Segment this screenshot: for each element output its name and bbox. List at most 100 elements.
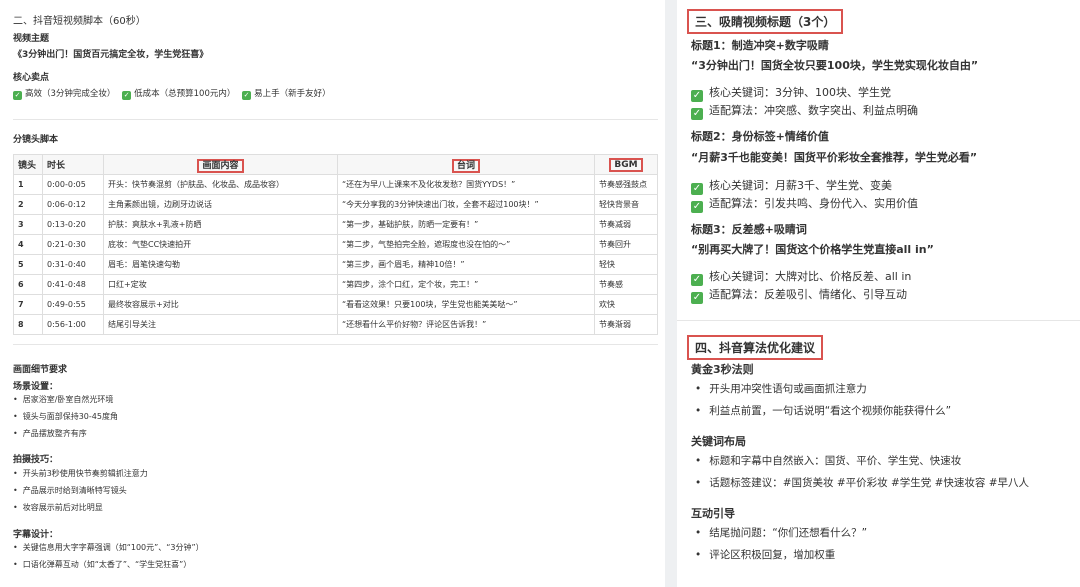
keywords-text: 核心关键词：大牌对比、价格反差、all in — [709, 270, 912, 283]
headline-algo: ✓ 适配算法：引发共鸣、身份代入、实用价值 — [691, 195, 918, 213]
cell-shot: 7 — [13, 294, 43, 315]
checkbox-icon: ✓ — [691, 183, 703, 195]
cell-scene: 眉毛：眉笔快速勾勒 — [103, 254, 338, 275]
detail-title: 画面细节要求 — [13, 365, 68, 375]
scene-label: 场景设置： — [13, 382, 59, 392]
divider — [13, 344, 658, 345]
table-header-row: 镜头 时长 画面内容 台词 BGM — [13, 154, 658, 175]
golden-label: 黄金3秒法则 — [691, 363, 754, 376]
highlight-box: 画面内容 — [197, 159, 244, 173]
cell-scene: 主角素颜出镜，边刷牙边说话 — [103, 194, 338, 215]
keyword-label: 关键词布局 — [691, 435, 746, 448]
table-row: 6 0:41-0:48 口红+定妆 “第四步，涂个口红，定个妆，完工！” 节奏感 — [13, 274, 658, 295]
col-header-duration: 时长 — [42, 154, 104, 175]
list-item: 产品展示时给到清晰特写镜头 — [13, 485, 127, 496]
cell-duration: 0:06-0:12 — [42, 194, 104, 215]
section-title-headlines: 三、吸睛视频标题（3个） — [687, 9, 844, 34]
list-item: 话题标签建议：#国货美妆 #平价彩妆 #学生党 #快速妆容 #早八人 — [695, 475, 1029, 490]
cell-shot: 2 — [13, 194, 43, 215]
col-header-lines: 台词 — [337, 154, 595, 175]
col-header-scene: 画面内容 — [103, 154, 338, 175]
headline-algo: ✓ 适配算法：冲突感、数字突出、利益点明确 — [691, 102, 918, 120]
titles-panel: 三、吸睛视频标题（3个） 标题1：制造冲突+数字吸睛 “3分钟出门！国货全妆只要… — [677, 0, 1080, 587]
storyboard-label: 分镜头脚本 — [13, 135, 59, 145]
col-header-bgm: BGM — [594, 154, 658, 175]
table-row: 5 0:31-0:40 眉毛：眉笔快速勾勒 “第三步，画个眉毛，精神10倍！” 轻快 — [13, 254, 658, 275]
cell-lines: “第一步，基础护肤，防晒一定要有！” — [337, 214, 595, 235]
algo-text: 适配算法：冲突感、数字突出、利益点明确 — [709, 104, 918, 117]
cell-duration: 0:49-0:55 — [42, 294, 104, 315]
cell-scene: 口红+定妆 — [103, 274, 338, 295]
checkbox-icon: ✓ — [122, 91, 132, 100]
list-item: 妆容展示前后对比明显 — [13, 502, 103, 513]
theme-value: 《3分钟出门！国货百元搞定全妆，学生党狂喜》 — [13, 50, 209, 60]
cell-lines: “看看这效果！只要100块，学生党也能美美哒～” — [337, 294, 595, 315]
selling-point: 低成本（总预算100元内） — [134, 89, 236, 99]
highlight-box: 台词 — [451, 159, 480, 173]
col-header-shot: 镜头 — [13, 154, 43, 175]
list-item: 居家浴室/卧室自然光环境 — [13, 394, 114, 405]
cell-shot: 5 — [13, 254, 43, 275]
checkbox-icon: ✓ — [691, 292, 703, 304]
headline-keywords: ✓ 核心关键词：月薪3千、学生党、变美 — [691, 177, 892, 195]
algo-text: 适配算法：反差吸引、情绪化、引导互动 — [709, 288, 907, 301]
keywords-text: 核心关键词：3分钟、100块、学生党 — [709, 86, 891, 99]
keywords-text: 核心关键词：月薪3千、学生党、变美 — [709, 179, 892, 192]
section-title-script: 二、抖音短视频脚本（60秒） — [13, 16, 146, 27]
list-item: 标题和字幕中自然嵌入：国货、平价、学生党、快速妆 — [695, 453, 961, 468]
interact-label: 互动引导 — [691, 507, 735, 520]
cell-bgm: 轻快背景音 — [594, 194, 658, 215]
headline-label: 标题3：反差感+吸睛词 — [691, 223, 807, 236]
list-item: 关键信息用大字字幕强调（如“100元”、“3分钟”） — [13, 542, 204, 553]
cell-scene: 护肤：爽肤水+乳液+防晒 — [103, 214, 338, 235]
cell-lines: “还想看什么平价好物？评论区告诉我！” — [337, 314, 595, 335]
table-row: 7 0:49-0:55 最终妆容展示+对比 “看看这效果！只要100块，学生党也能美美… — [13, 294, 658, 315]
cell-duration: 0:41-0:48 — [42, 274, 104, 295]
headline-keywords: ✓ 核心关键词：大牌对比、价格反差、all in — [691, 268, 911, 286]
checkbox-icon: ✓ — [691, 274, 703, 286]
checkbox-icon: ✓ — [691, 90, 703, 102]
list-item: 产品摆放整齐有序 — [13, 428, 87, 439]
cell-scene: 开头：快节奏混剪（护肤品、化妆品、成品妆容） — [103, 174, 338, 195]
selling-label: 核心卖点 — [13, 73, 50, 83]
cell-lines: “第三步，画个眉毛，精神10倍！” — [337, 254, 595, 275]
cell-bgm: 节奏渐弱 — [594, 314, 658, 335]
headline-quote: “别再买大牌了！国货这个价格学生党直接all in” — [691, 243, 934, 256]
headline-quote: “月薪3千也能变美！国货平价彩妆全套推荐，学生党必看” — [691, 151, 978, 164]
cell-duration: 0:31-0:40 — [42, 254, 104, 275]
checkbox-icon: ✓ — [242, 91, 252, 100]
table-row: 2 0:06-0:12 主角素颜出镜，边刷牙边说话 “今天分享我的3分钟快速出门妆，全… — [13, 194, 658, 215]
list-item: 开头前3秒使用快节奏剪辑抓注意力 — [13, 468, 148, 479]
cell-shot: 3 — [13, 214, 43, 235]
cell-lines: “今天分享我的3分钟快速出门妆，全套不超过100块！” — [337, 194, 595, 215]
list-item: 开头用冲突性语句或画面抓注意力 — [695, 381, 867, 396]
cell-lines: “第二步，气垫拍完全脸，遮瑕度也没在怕的～” — [337, 234, 595, 255]
headline-keywords: ✓ 核心关键词：3分钟、100块、学生党 — [691, 84, 891, 102]
cell-duration: 0:00-0:05 — [42, 174, 104, 195]
cell-duration: 0:56-1:00 — [42, 314, 104, 335]
cell-bgm: 欢快 — [594, 294, 658, 315]
cell-bgm: 节奏感强鼓点 — [594, 174, 658, 195]
list-item: 镜头与面部保持30-45度角 — [13, 411, 118, 422]
algo-text: 适配算法：引发共鸣、身份代入、实用价值 — [709, 197, 918, 210]
cell-lines: “还在为早八上课来不及化妆发愁？国货YYDS！” — [337, 174, 595, 195]
checkbox-icon: ✓ — [691, 108, 703, 120]
cell-shot: 1 — [13, 174, 43, 195]
selling-point: 高效（3分钟完成全妆） — [25, 89, 116, 99]
cell-bgm: 轻快 — [594, 254, 658, 275]
table-row: 3 0:13-0:20 护肤：爽肤水+乳液+防晒 “第一步，基础护肤，防晒一定要有！”… — [13, 214, 658, 235]
checkbox-icon: ✓ — [691, 201, 703, 213]
cell-duration: 0:21-0:30 — [42, 234, 104, 255]
cell-bgm: 节奏感 — [594, 274, 658, 295]
cell-shot: 8 — [13, 314, 43, 335]
cell-scene: 最终妆容展示+对比 — [103, 294, 338, 315]
selling-points: ✓ 高效（3分钟完成全妆） ✓ 低成本（总预算100元内） ✓ 易上手（新手友好） — [13, 87, 331, 100]
cell-shot: 4 — [13, 234, 43, 255]
table-row: 8 0:56-1:00 结尾引导关注 “还想看什么平价好物？评论区告诉我！” 节奏渐弱 — [13, 314, 658, 335]
cell-lines: “第四步，涂个口红，定个妆，完工！” — [337, 274, 595, 295]
list-item: 利益点前置，一句话说明“看这个视频你能获得什么” — [695, 403, 951, 418]
headline-label: 标题2：身份标签+情绪价值 — [691, 130, 829, 143]
shoot-label: 拍摄技巧： — [13, 455, 59, 465]
headline-algo: ✓ 适配算法：反差吸引、情绪化、引导互动 — [691, 286, 907, 304]
divider — [13, 119, 658, 120]
